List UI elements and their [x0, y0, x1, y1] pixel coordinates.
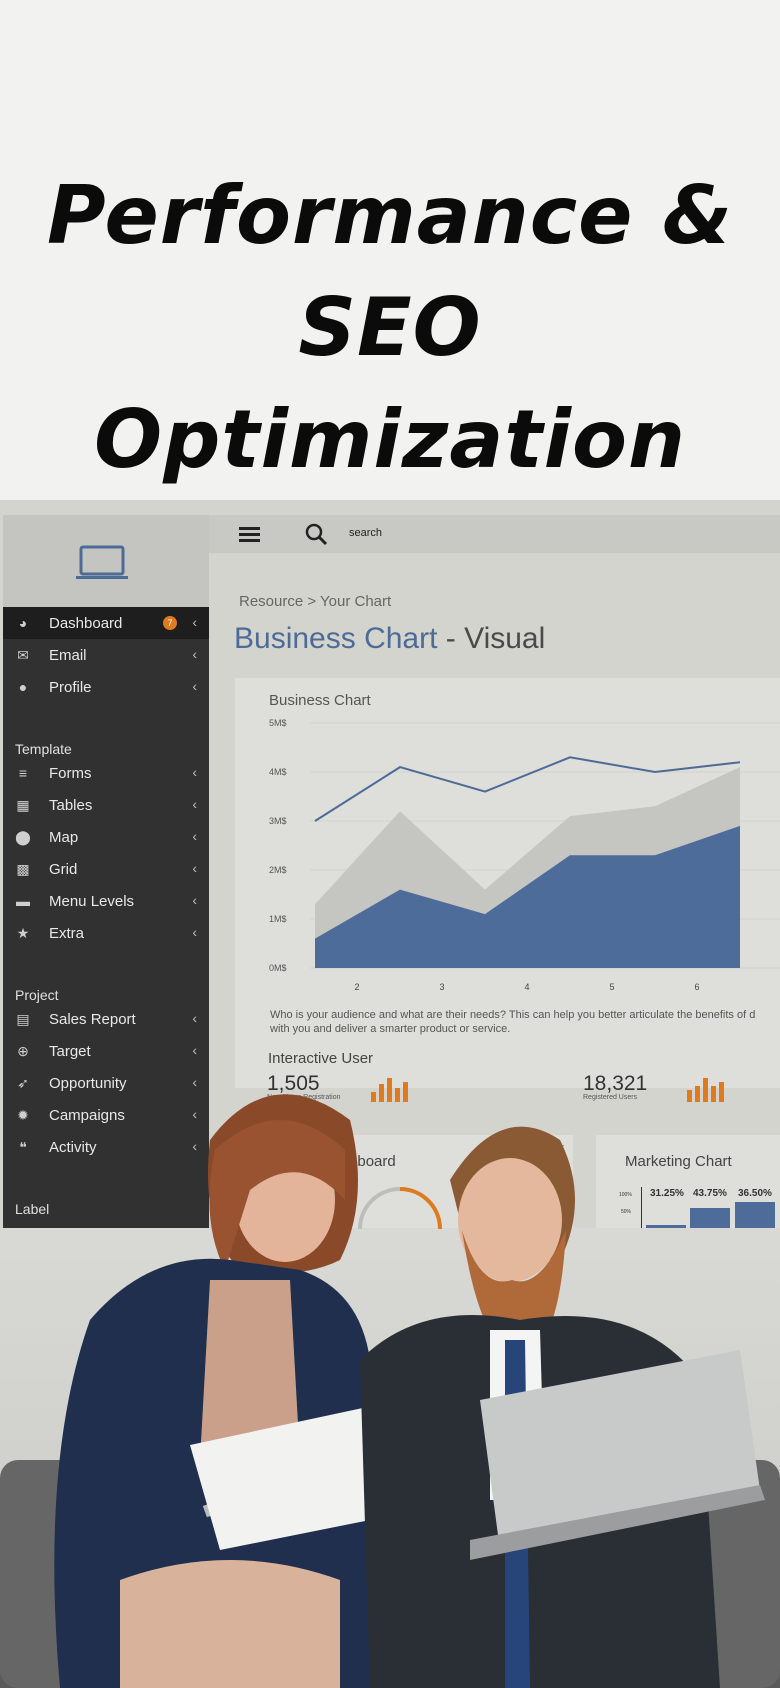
hero-section: Performance & SEO Optimization — [0, 0, 780, 500]
hero-line-1: Performance & — [46, 169, 733, 262]
hero-line-2: SEO Optimization — [94, 281, 686, 486]
business-people-photo — [0, 1094, 780, 1688]
man-figure — [360, 1126, 765, 1688]
hero-photo: ◕ Dashboard 7 ‹ ✉ Email ‹ ● Profile ‹ Te… — [0, 500, 780, 1688]
hero-headline: Performance & SEO Optimization — [0, 160, 780, 496]
